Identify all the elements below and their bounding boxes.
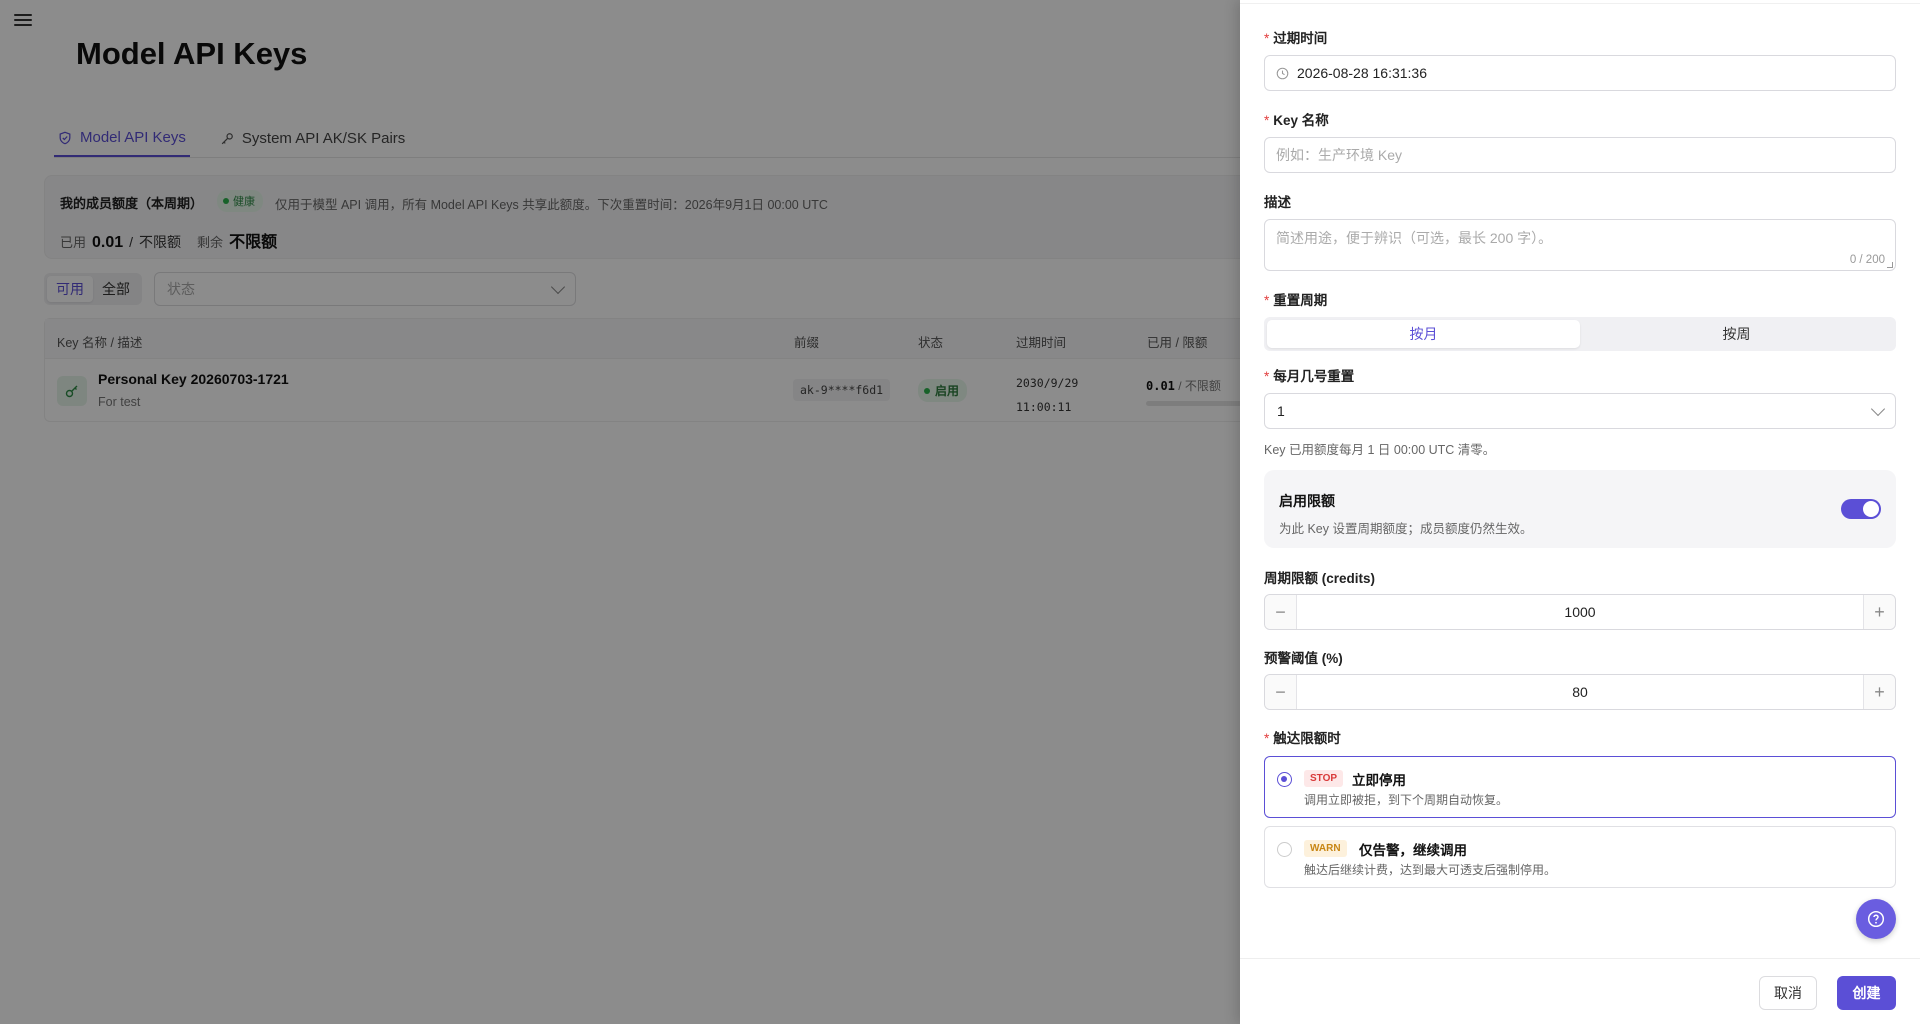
period-limit-label: 周期限额 (credits) bbox=[1264, 571, 1376, 586]
description-textarea[interactable]: 简述用途，便于辨识（可选，最长 200 字）。 0 / 200 bbox=[1264, 219, 1896, 271]
period-limit-stepper: − 1000 + bbox=[1264, 594, 1896, 630]
warn-threshold-stepper: − 80 + bbox=[1264, 674, 1896, 710]
label-text: 触达限额时 bbox=[1273, 731, 1341, 746]
enable-limit-card: 启用限额 为此 Key 设置周期额度；成员额度仍然生效。 bbox=[1264, 470, 1896, 548]
reset-cycle-toggle: 按月 按周 bbox=[1264, 317, 1896, 351]
cancel-button[interactable]: 取消 bbox=[1759, 976, 1817, 1010]
reset-cycle-label: * 重置周期 bbox=[1264, 289, 1327, 309]
reset-cycle-monthly[interactable]: 按月 bbox=[1267, 320, 1580, 348]
resize-handle-icon[interactable] bbox=[1887, 262, 1893, 268]
question-icon bbox=[1867, 910, 1885, 928]
period-limit-value[interactable]: 1000 bbox=[1297, 595, 1863, 629]
reset-day-select[interactable]: 1 bbox=[1264, 393, 1896, 429]
required-mark: * bbox=[1264, 113, 1270, 128]
required-mark: * bbox=[1264, 293, 1270, 308]
enable-limit-description: 为此 Key 设置周期额度；成员额度仍然生效。 bbox=[1279, 522, 1533, 536]
drawer-footer: 取消 创建 bbox=[1240, 958, 1920, 1024]
stop-tag: STOP bbox=[1304, 770, 1344, 787]
label-text: Key 名称 bbox=[1273, 113, 1329, 128]
decrement-button[interactable]: − bbox=[1265, 595, 1297, 629]
description-label: 描述 bbox=[1264, 191, 1291, 211]
label-text: 过期时间 bbox=[1273, 31, 1328, 46]
help-button[interactable] bbox=[1856, 899, 1896, 939]
required-mark: * bbox=[1264, 31, 1270, 46]
key-name-label: * Key 名称 bbox=[1264, 109, 1329, 129]
drawer-header-divider bbox=[1240, 0, 1920, 4]
create-button[interactable]: 创建 bbox=[1837, 976, 1896, 1010]
warn-tag: WARN bbox=[1304, 840, 1347, 857]
reset-cycle-weekly[interactable]: 按周 bbox=[1580, 320, 1893, 348]
option-description: 调用立即被拒，到下个周期自动恢复。 bbox=[1304, 793, 1509, 807]
increment-button[interactable]: + bbox=[1863, 675, 1895, 709]
radio-button[interactable] bbox=[1277, 842, 1292, 857]
char-counter: 0 / 200 bbox=[1849, 254, 1885, 266]
increment-button[interactable]: + bbox=[1863, 595, 1895, 629]
option-description: 触达后继续计费，达到最大可透支后强制停用。 bbox=[1304, 863, 1557, 877]
radio-button[interactable] bbox=[1277, 772, 1292, 787]
reset-day-value: 1 bbox=[1277, 403, 1285, 419]
enable-limit-title: 启用限额 bbox=[1279, 493, 1335, 509]
option-title: 仅告警，继续调用 bbox=[1359, 843, 1467, 858]
warn-threshold-label: 预警阈值 (%) bbox=[1264, 651, 1343, 666]
label-text: 描述 bbox=[1264, 195, 1291, 210]
label-text: 重置周期 bbox=[1273, 293, 1328, 308]
create-key-drawer: * 过期时间 2026-08-28 16:31:36 * Key 名称 例如：生产环… bbox=[1240, 0, 1920, 1024]
key-name-placeholder: 例如：生产环境 Key bbox=[1276, 147, 1403, 163]
required-mark: * bbox=[1264, 731, 1270, 746]
reset-day-help: Key 已用额度每月 1 日 00:00 UTC 清零。 bbox=[1264, 443, 1496, 457]
on-limit-option-stop[interactable]: STOP 立即停用 调用立即被拒，到下个周期自动恢复。 bbox=[1264, 756, 1896, 818]
description-placeholder: 简述用途，便于辨识（可选，最长 200 字）。 bbox=[1276, 230, 1553, 246]
decrement-button[interactable]: − bbox=[1265, 675, 1297, 709]
label-text: 每月几号重置 bbox=[1273, 369, 1355, 384]
key-name-input[interactable]: 例如：生产环境 Key bbox=[1264, 137, 1896, 173]
enable-limit-toggle[interactable] bbox=[1841, 499, 1881, 519]
chevron-down-icon bbox=[1870, 401, 1886, 416]
on-limit-option-warn[interactable]: WARN 仅告警，继续调用 触达后继续计费，达到最大可透支后强制停用。 bbox=[1264, 826, 1896, 888]
option-title: 立即停用 bbox=[1352, 773, 1406, 788]
modal-overlay[interactable] bbox=[0, 0, 1240, 1024]
required-mark: * bbox=[1264, 369, 1270, 384]
expiry-label: * 过期时间 bbox=[1264, 27, 1327, 47]
reset-day-label: * 每月几号重置 bbox=[1264, 365, 1354, 385]
warn-threshold-value[interactable]: 80 bbox=[1297, 675, 1863, 709]
clock-icon bbox=[1276, 67, 1289, 79]
expiry-datetime-input[interactable]: 2026-08-28 16:31:36 bbox=[1264, 55, 1896, 91]
expiry-value: 2026-08-28 16:31:36 bbox=[1297, 65, 1427, 81]
toggle-knob bbox=[1863, 501, 1879, 517]
on-limit-label: * 触达限额时 bbox=[1264, 727, 1341, 747]
